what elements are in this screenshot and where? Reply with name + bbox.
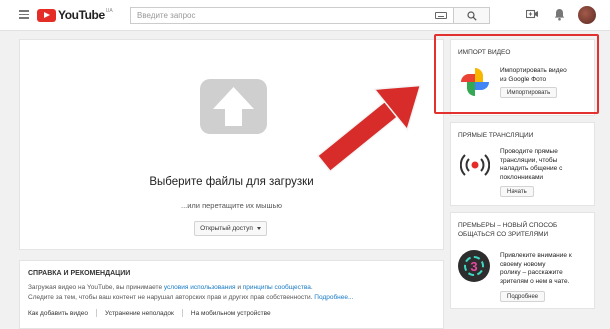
live-streaming-card: ПРЯМЫЕ ТРАНСЛЯЦИИ Проводите прямые транс… [450,122,595,206]
premieres-card: ПРЕМЬЕРЫ – НОВЫЙ СПОСОБ ОБЩАТЬСЯ СО ЗРИТ… [450,212,595,309]
notifications-bell-icon[interactable] [554,8,565,21]
copyright-text: Следите за тем, чтобы ваш контент не нар… [28,294,315,301]
terms-period: . [310,284,313,291]
privacy-dropdown[interactable]: Открытый доступ [194,221,267,236]
top-bar: YouTube UA [0,0,610,31]
start-live-button[interactable]: Начать [500,186,534,197]
how-to-upload-link[interactable]: Как добавить видео [28,310,88,317]
import-button[interactable]: Импортировать [500,87,558,98]
troubleshooting-link[interactable]: Устранение неполадок [105,310,174,317]
learn-more-link[interactable]: Подробнее... [314,294,353,301]
divider [181,309,183,317]
privacy-label: Открытый доступ [200,225,253,232]
premiere-badge-number: 3 [470,258,478,274]
create-video-icon[interactable] [526,8,539,20]
avatar[interactable] [578,6,596,24]
live-card-text: Проводите прямые трансляции, чтобы налад… [500,148,562,182]
import-text-line: Импортировать видео [500,67,567,74]
keyboard-icon[interactable] [435,12,447,19]
live-text-line: наладить общение с [500,165,563,172]
terms-text: Загружая видео на YouTube, вы принимаете [28,284,164,291]
google-photos-icon [461,68,489,96]
import-card-text: Импортировать видео из Google Фото [500,67,567,84]
terms-conjunction: и [235,284,243,291]
import-text-line: из Google Фото [500,75,547,83]
import-video-card: ИМПОРТ ВИДЕО Импортировать видео из Goog… [450,39,595,116]
upload-title[interactable]: Выберите файлы для загрузки [20,176,443,188]
premiere-title-line: ПРЕМЬЕРЫ – НОВЫЙ СПОСОБ [458,222,558,229]
import-card-title: ИМПОРТ ВИДЕО [458,49,511,56]
terms-of-service-link[interactable]: условия использования [164,284,236,291]
learn-more-premieres-button[interactable]: Подробнее [500,291,546,302]
terms-line: Загружая видео на YouTube, вы принимаете… [28,283,435,293]
premiere-text-line: зрителям о нем в чате. [500,277,570,285]
divider [96,309,98,317]
logo-region: UA [105,8,113,14]
live-text-line: трансляции, чтобы [500,156,558,164]
upload-panel: Выберите файлы для загрузки ...или перет… [19,39,444,250]
upload-subtitle: ...или перетащите их мышью [180,201,283,210]
live-text-line: Проводите прямые [500,148,558,155]
youtube-logo[interactable]: YouTube UA [37,8,113,22]
search-button[interactable] [454,7,490,24]
help-title: СПРАВКА И РЕКОМЕНДАЦИИ [28,270,131,277]
upload-arrow-icon[interactable] [200,79,267,134]
search-input[interactable] [131,8,421,23]
menu-icon[interactable] [19,10,29,19]
logo-wordmark: YouTube [58,8,105,22]
live-broadcast-icon [460,154,490,176]
chevron-down-icon [256,227,261,230]
help-links: Как добавить видео Устранение неполадок … [28,309,435,317]
help-panel: СПРАВКА И РЕКОМЕНДАЦИИ Загружая видео на… [19,260,444,329]
search-icon [467,11,477,21]
premiere-badge-icon: 3 [458,250,490,282]
premiere-text-line: ролику – расскажите [500,269,563,276]
search-box [130,7,454,24]
live-text-line: поклонниками [500,173,544,181]
community-guidelines-link[interactable]: принципы сообщества [243,284,311,291]
premiere-card-text: Привлеките внимание к своему новому роли… [500,252,572,286]
premiere-text-line: своему новому [500,260,546,268]
mobile-upload-link[interactable]: На мобильном устройстве [191,310,271,317]
premiere-title-line: ОБЩАТЬСЯ СО ЗРИТЕЛЯМИ [458,231,549,238]
youtube-play-icon [37,8,56,22]
copyright-line: Следите за тем, чтобы ваш контент не нар… [28,293,435,303]
premiere-card-title: ПРЕМЬЕРЫ – НОВЫЙ СПОСОБ ОБЩАТЬСЯ СО ЗРИТ… [458,221,557,239]
live-card-title: ПРЯМЫЕ ТРАНСЛЯЦИИ [458,132,534,139]
premiere-text-line: Привлеките внимание к [500,252,572,259]
